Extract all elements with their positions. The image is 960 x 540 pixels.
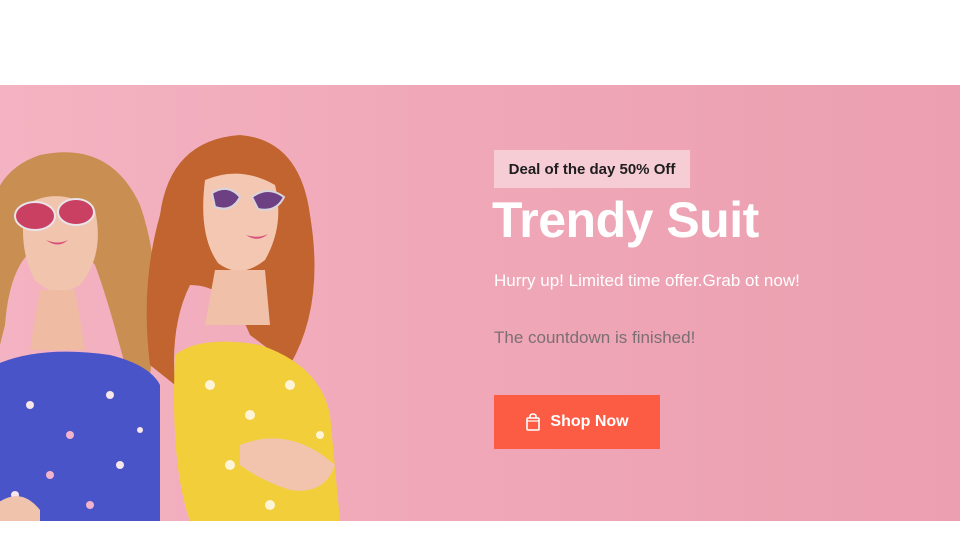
- hero-subtitle: Hurry up! Limited time offer.Grab ot now…: [494, 271, 800, 290]
- shopping-bag-icon: [525, 413, 541, 431]
- shop-now-button[interactable]: Shop Now: [494, 395, 660, 449]
- deal-badge: Deal of the day 50% Off: [494, 150, 690, 188]
- header-blank-area: [0, 0, 960, 85]
- model-right: [146, 135, 340, 521]
- hero-banner: Deal of the day 50% Off Trendy Suit Hurr…: [0, 85, 960, 521]
- shop-now-label: Shop Now: [550, 413, 629, 430]
- model-left: [0, 152, 160, 521]
- hero-title: Trendy Suit: [492, 192, 759, 248]
- footer-blank-area: [0, 521, 960, 540]
- countdown-status: The countdown is finished!: [494, 328, 696, 347]
- hero-models-image: [0, 135, 340, 521]
